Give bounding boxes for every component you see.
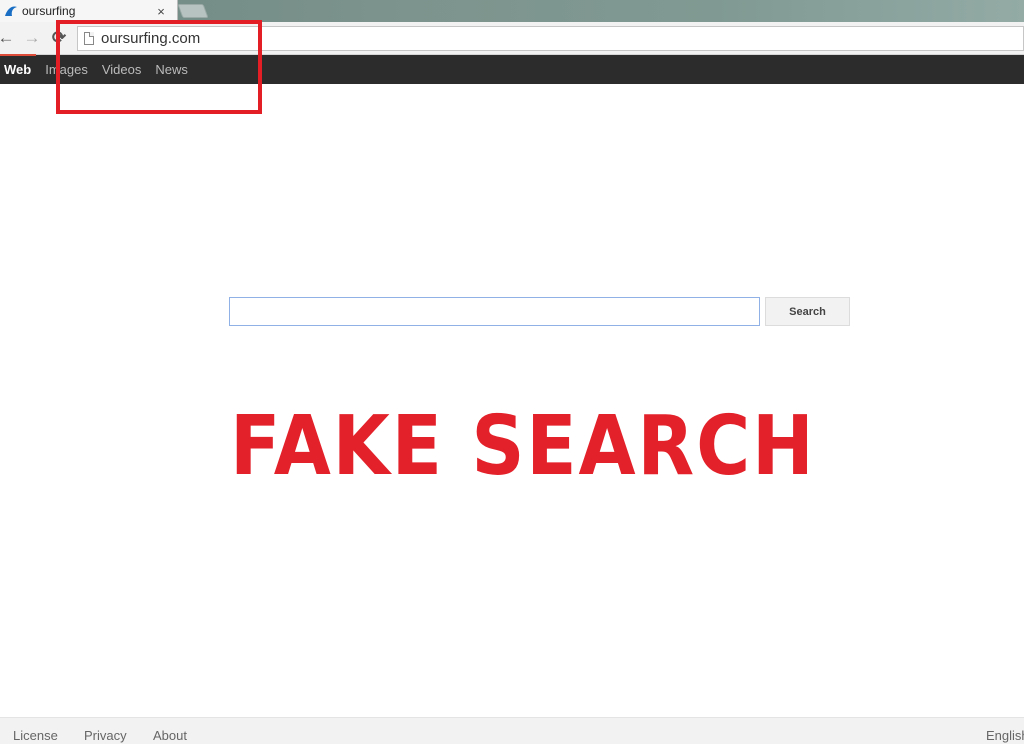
footer-license-link[interactable]: License — [13, 728, 58, 743]
address-bar[interactable]: oursurfing.com — [77, 26, 1024, 51]
search-input[interactable] — [229, 297, 760, 326]
nav-videos[interactable]: Videos — [102, 62, 142, 77]
active-indicator — [0, 54, 36, 56]
nav-news[interactable]: News — [155, 62, 188, 77]
page-icon — [84, 32, 94, 45]
nav-web[interactable]: Web — [4, 62, 31, 77]
search-button[interactable]: Search — [765, 297, 850, 326]
tab-strip: oursurfing × — [0, 0, 1024, 22]
surf-wave-icon — [4, 4, 18, 18]
browser-tab[interactable]: oursurfing × — [0, 0, 178, 22]
new-tab-button[interactable] — [177, 4, 209, 18]
search-nav-bar: Web Images Videos News — [0, 54, 1024, 84]
forward-arrow-icon[interactable]: → — [22, 28, 42, 48]
reload-icon[interactable]: ⟳ — [49, 28, 69, 48]
tab-title: oursurfing — [22, 4, 76, 18]
fake-search-label: FAKE SEARCH — [230, 399, 816, 494]
close-tab-icon[interactable]: × — [153, 4, 169, 19]
footer-about-link[interactable]: About — [153, 728, 187, 743]
footer-privacy-link[interactable]: Privacy — [84, 728, 127, 743]
nav-images[interactable]: Images — [45, 62, 88, 77]
language-selector[interactable]: English — [986, 728, 1024, 743]
browser-toolbar: ← → ⟳ oursurfing.com — [0, 22, 1024, 55]
url-text[interactable]: oursurfing.com — [101, 30, 200, 47]
footer: License Privacy About English — [0, 717, 1024, 744]
back-arrow-icon[interactable]: ← — [0, 28, 16, 48]
